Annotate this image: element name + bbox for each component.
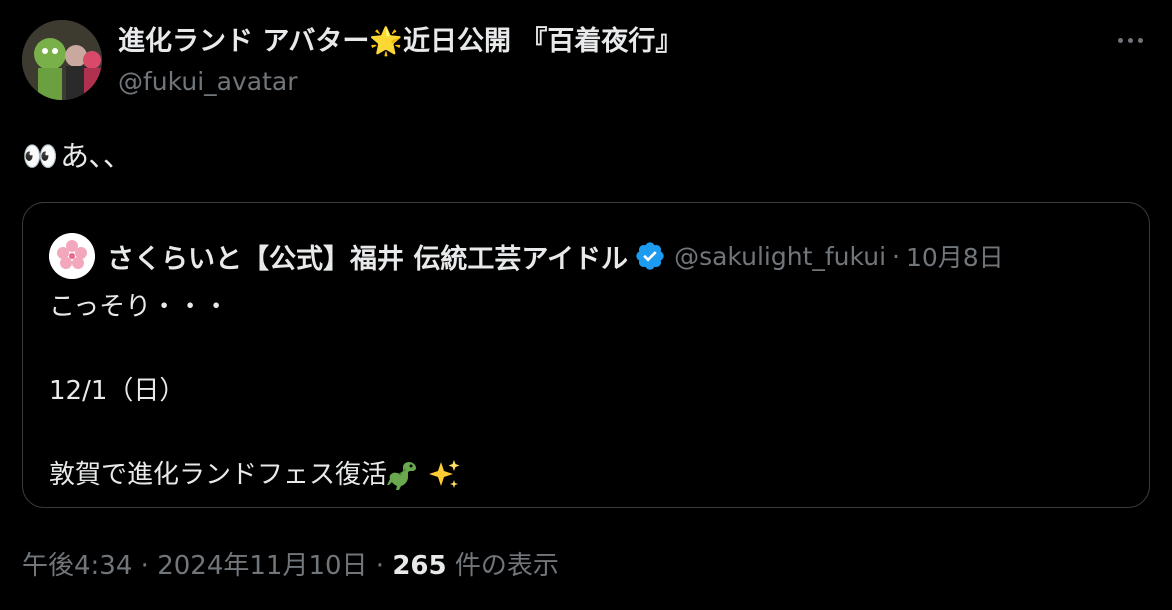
quoted-tweet-body: こっそり・・・ 12/1（日） 敦賀で進化ランドフェス復活 (49, 289, 461, 493)
quoted-author-name[interactable]: さくらいと【公式】福井 伝統工芸アイドル (107, 237, 628, 276)
author-display-name[interactable]: 進化ランド アバター🌟近日公開 『百着夜行』 (118, 24, 682, 60)
views-label: 件の表示 (454, 551, 559, 581)
quoted-tweet-header: さくらいと【公式】福井 伝統工芸アイドル @sakulight_fukui · … (49, 233, 1004, 279)
dinosaur-emoji-icon (387, 462, 417, 490)
more-dot (1138, 37, 1143, 43)
author-avatar[interactable] (22, 20, 102, 100)
tweet-time[interactable]: 午後4:34 (22, 551, 132, 581)
quoted-author-avatar[interactable] (49, 233, 95, 279)
avatar-image (22, 20, 102, 100)
sakura-logo-icon (49, 233, 95, 279)
eyes-emoji: 👀 (22, 139, 59, 173)
separator-dot: · (892, 241, 900, 271)
quoted-author-handle[interactable]: @sakulight_fukui (674, 242, 886, 271)
tweet-text-content: あ､､ (60, 139, 119, 173)
quoted-line-text: 敦賀で進化ランドフェス復活 (49, 460, 388, 490)
tweet-meta: 午後4:34 · 2024年11月10日 · 265 件の表示 (22, 545, 559, 582)
more-options-button[interactable] (1118, 30, 1154, 50)
tweet-date[interactable]: 2024年11月10日 (157, 551, 367, 581)
separator-dot: · (140, 551, 149, 581)
more-horizontal-icon (1118, 37, 1123, 43)
quoted-line: 12/1（日） (49, 376, 186, 406)
sparkles-emoji-icon (429, 460, 460, 488)
more-dot (1128, 37, 1133, 43)
quoted-tweet-date[interactable]: 10月8日 (906, 238, 1004, 274)
quoted-line-with-emoji: 敦賀で進化ランドフェス復活 (49, 457, 461, 493)
tweet-text: 👀 あ､､ (22, 138, 118, 174)
quoted-line: こっそり・・・ (49, 292, 230, 322)
verified-badge-icon (636, 242, 664, 270)
author-handle[interactable]: @fukui_avatar (118, 64, 682, 100)
quoted-tweet[interactable]: さくらいと【公式】福井 伝統工芸アイドル @sakulight_fukui · … (22, 202, 1150, 508)
views-count[interactable]: 265 (392, 551, 446, 581)
separator-dot: · (375, 551, 385, 581)
